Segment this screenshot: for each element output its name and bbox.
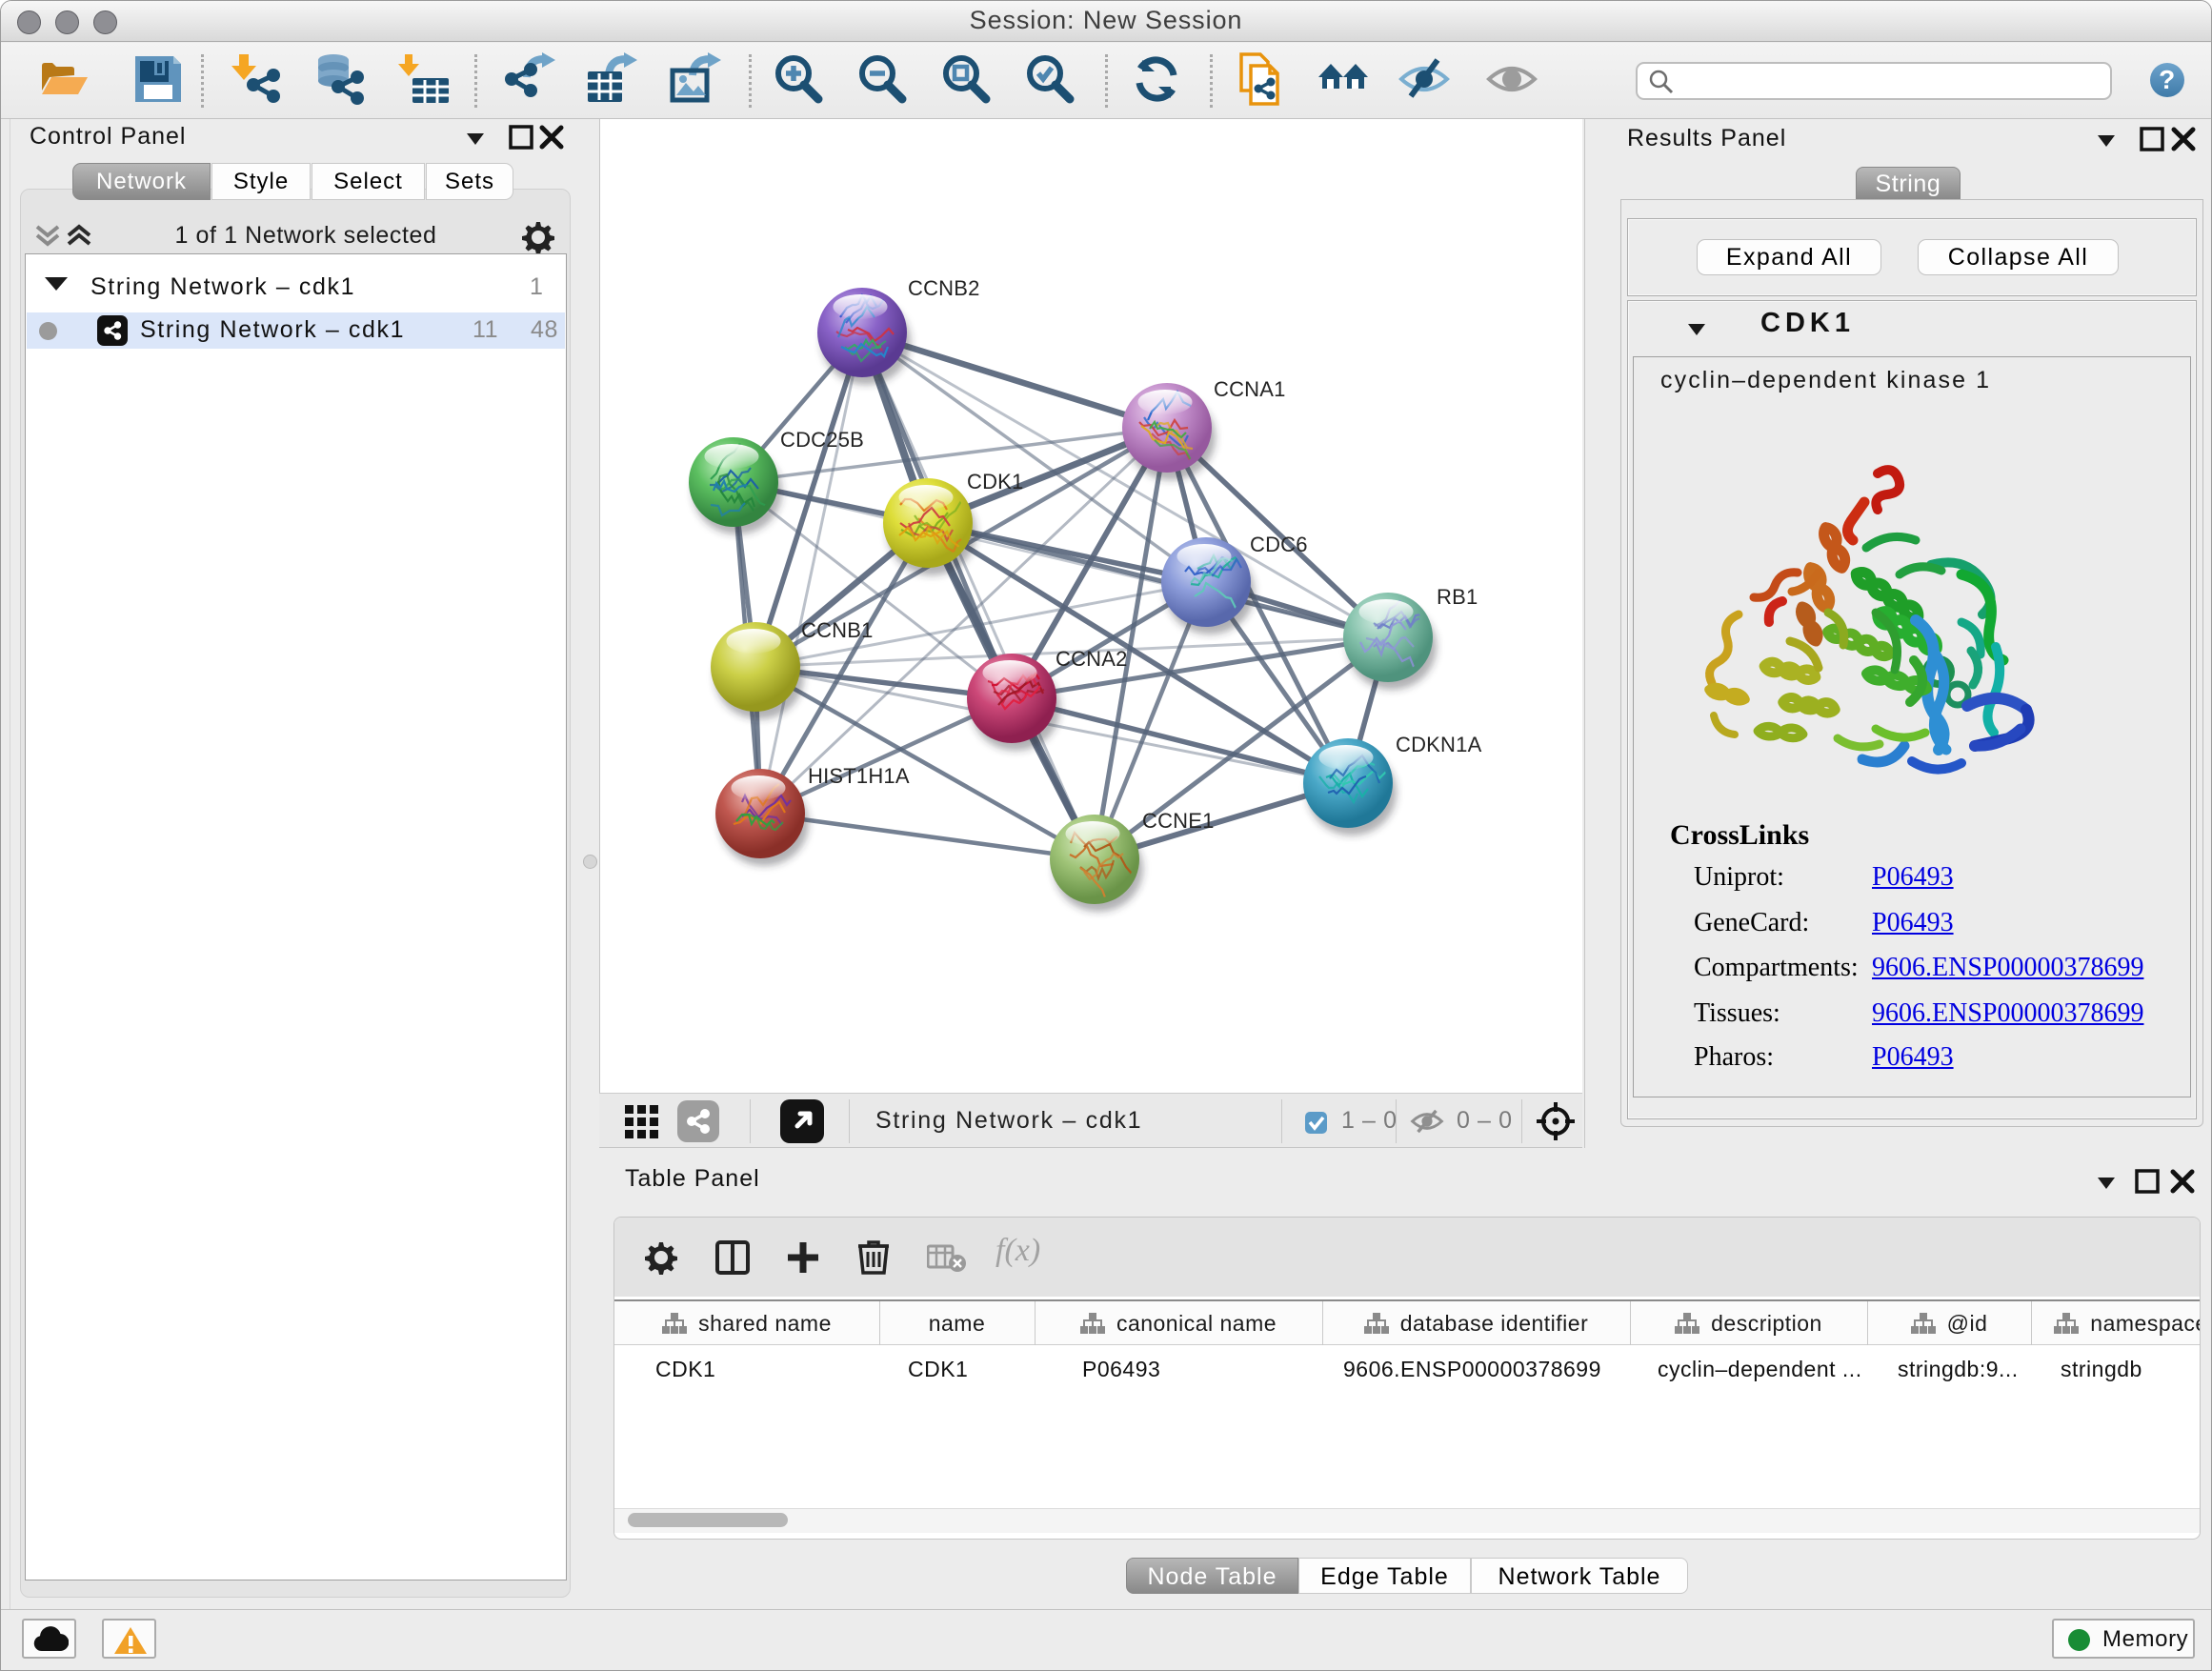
svg-text:CDKN1A: CDKN1A bbox=[1396, 733, 1482, 756]
svg-text:CDC25B: CDC25B bbox=[780, 428, 864, 452]
svg-text:CCNE1: CCNE1 bbox=[1142, 809, 1215, 833]
svg-text:HIST1H1A: HIST1H1A bbox=[808, 764, 910, 788]
svg-text:CDK1: CDK1 bbox=[967, 470, 1024, 493]
svg-text:CDC6: CDC6 bbox=[1250, 533, 1308, 556]
svg-text:CCNA1: CCNA1 bbox=[1214, 377, 1286, 401]
svg-text:RB1: RB1 bbox=[1437, 585, 1478, 609]
svg-text:CCNB2: CCNB2 bbox=[908, 276, 980, 300]
svg-text:CCNB1: CCNB1 bbox=[801, 618, 874, 642]
svg-text:CCNA2: CCNA2 bbox=[1056, 647, 1128, 671]
